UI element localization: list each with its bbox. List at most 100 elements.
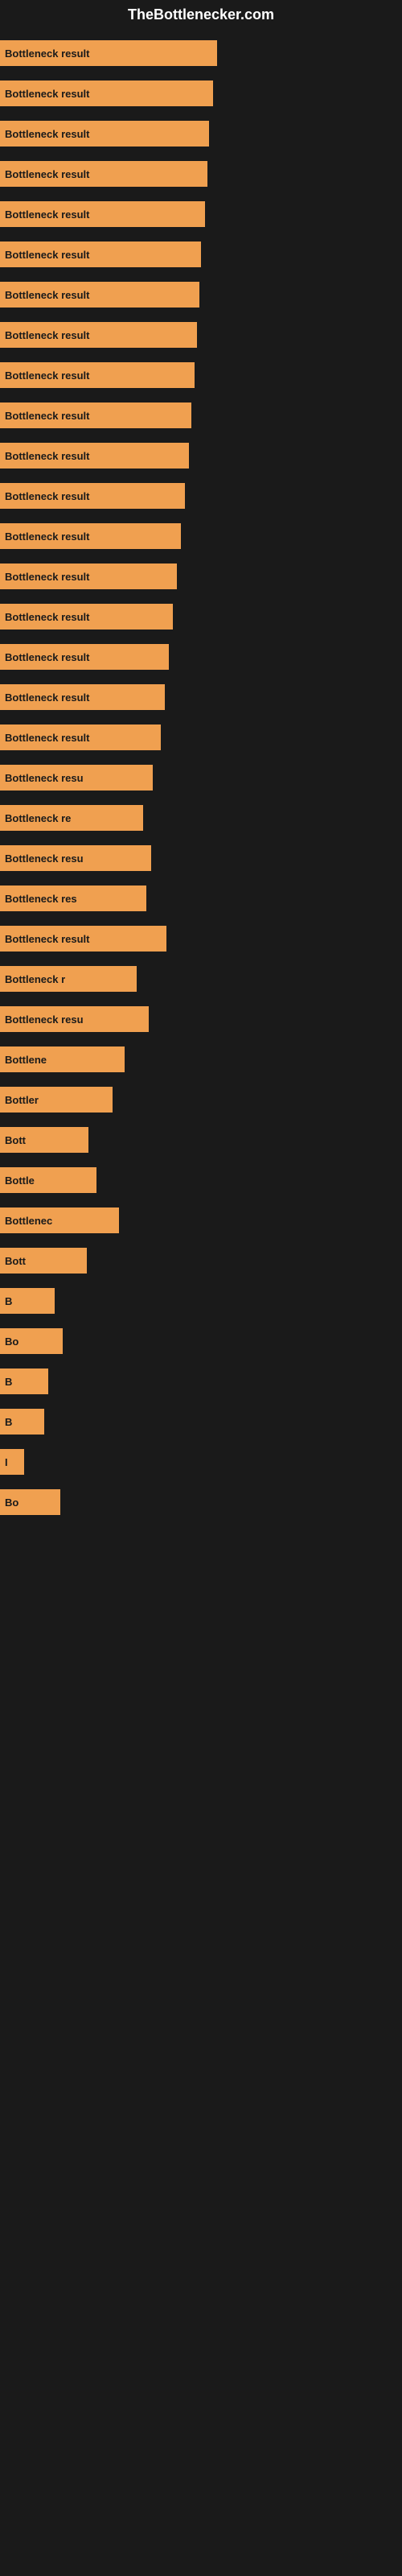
bar-label: Bottleneck res	[5, 893, 77, 905]
bottleneck-bar: B	[0, 1368, 48, 1394]
bar-row: Bottleneck result	[0, 682, 402, 712]
bottleneck-bar: Bott	[0, 1248, 87, 1274]
bar-label: Bottle	[5, 1174, 35, 1187]
bar-row: Bottlenec	[0, 1205, 402, 1236]
bar-row: Bottleneck re	[0, 803, 402, 833]
bottleneck-bar: Bottleneck result	[0, 201, 205, 227]
bar-label: Bottleneck result	[5, 289, 89, 301]
bottleneck-bar: Bottleneck re	[0, 805, 143, 831]
bottleneck-bar: Bottleneck result	[0, 40, 217, 66]
bottleneck-bar: Bottleneck result	[0, 443, 189, 469]
bar-label: B	[5, 1416, 12, 1428]
bar-row: Bottleneck result	[0, 78, 402, 109]
bar-label: Bottleneck result	[5, 450, 89, 462]
bar-row: Bottleneck resu	[0, 762, 402, 793]
bar-row: Bottleneck result	[0, 481, 402, 511]
bottleneck-bar: Bottleneck resu	[0, 765, 153, 791]
bar-label: Bottleneck result	[5, 47, 89, 60]
bottleneck-bar: Bottleneck result	[0, 161, 207, 187]
bar-label: Bottlene	[5, 1054, 47, 1066]
bar-label: Bottleneck resu	[5, 852, 84, 865]
bar-label: Bott	[5, 1134, 26, 1146]
bottleneck-bar: Bottleneck result	[0, 402, 191, 428]
bottleneck-bar: Bottleneck result	[0, 121, 209, 147]
bar-label: Bottleneck result	[5, 168, 89, 180]
bar-row: B	[0, 1366, 402, 1397]
bottleneck-bar: Bottlene	[0, 1046, 125, 1072]
bottleneck-bar: Bottleneck result	[0, 322, 197, 348]
bar-row: Bo	[0, 1326, 402, 1356]
bar-label: Bottleneck r	[5, 973, 65, 985]
bar-label: Bottleneck result	[5, 530, 89, 543]
bottleneck-bar: Bottleneck result	[0, 724, 161, 750]
bar-row: Bottleneck r	[0, 964, 402, 994]
bottleneck-bar: B	[0, 1409, 44, 1435]
bar-row: Bottlene	[0, 1044, 402, 1075]
bar-row: B	[0, 1286, 402, 1316]
bottleneck-bar: Bottler	[0, 1087, 113, 1113]
bar-label: Bottleneck result	[5, 732, 89, 744]
bar-label: Bottleneck result	[5, 651, 89, 663]
bottleneck-bar: I	[0, 1449, 24, 1475]
bar-row: Bottleneck result	[0, 239, 402, 270]
bar-label: Bottler	[5, 1094, 39, 1106]
bar-label: Bottleneck result	[5, 329, 89, 341]
bar-row: Bottleneck result	[0, 38, 402, 68]
bottleneck-bar: Bottleneck result	[0, 604, 173, 630]
bar-row: B	[0, 1406, 402, 1437]
bar-row: Bott	[0, 1245, 402, 1276]
bottleneck-bar: Bottleneck result	[0, 242, 201, 267]
site-title: TheBottlenecker.com	[0, 0, 402, 30]
bar-label: Bott	[5, 1255, 26, 1267]
bar-label: Bo	[5, 1335, 18, 1348]
bar-label: Bottleneck result	[5, 490, 89, 502]
bottleneck-bar: Bottleneck result	[0, 564, 177, 589]
bar-label: Bottleneck result	[5, 571, 89, 583]
bar-label: Bottleneck result	[5, 691, 89, 704]
bottleneck-bar: Bottlenec	[0, 1208, 119, 1233]
bottleneck-bar: Bottleneck result	[0, 80, 213, 106]
bar-row: Bott	[0, 1125, 402, 1155]
bar-row: Bottleneck result	[0, 320, 402, 350]
bar-label: Bottleneck result	[5, 611, 89, 623]
bar-row: Bottleneck result	[0, 360, 402, 390]
bottleneck-bar: Bottleneck result	[0, 282, 199, 308]
bar-row: Bottleneck resu	[0, 1004, 402, 1034]
bar-label: Bottleneck result	[5, 249, 89, 261]
bar-row: Bottleneck result	[0, 601, 402, 632]
bottleneck-bar: Bo	[0, 1328, 63, 1354]
bars-container: Bottleneck result Bottleneck result Bottle…	[0, 30, 402, 1535]
bar-label: Bottleneck resu	[5, 1013, 84, 1026]
bottleneck-bar: Bottleneck r	[0, 966, 137, 992]
bottleneck-bar: Bottleneck result	[0, 684, 165, 710]
bottleneck-bar: Bottleneck result	[0, 523, 181, 549]
bar-row: Bottleneck result	[0, 118, 402, 149]
bar-row: Bottleneck result	[0, 923, 402, 954]
bottleneck-bar: B	[0, 1288, 55, 1314]
bar-label: Bottleneck resu	[5, 772, 84, 784]
bar-label: Bottleneck result	[5, 369, 89, 382]
bar-row: Bo	[0, 1487, 402, 1517]
bar-row: Bottleneck result	[0, 159, 402, 189]
bar-label: Bottleneck result	[5, 410, 89, 422]
bar-row: Bottleneck result	[0, 521, 402, 551]
bar-row: Bottleneck result	[0, 279, 402, 310]
bottleneck-bar: Bottleneck result	[0, 362, 195, 388]
bar-label: I	[5, 1456, 8, 1468]
bar-row: Bottleneck result	[0, 199, 402, 229]
bar-label: B	[5, 1376, 12, 1388]
bar-label: Bottleneck result	[5, 128, 89, 140]
bar-row: Bottleneck resu	[0, 843, 402, 873]
bar-row: Bottleneck result	[0, 561, 402, 592]
bottleneck-bar: Bo	[0, 1489, 60, 1515]
bar-label: Bottleneck re	[5, 812, 71, 824]
bar-label: Bottlenec	[5, 1215, 52, 1227]
bar-row: I	[0, 1447, 402, 1477]
bar-row: Bottler	[0, 1084, 402, 1115]
bar-row: Bottleneck result	[0, 642, 402, 672]
bar-row: Bottle	[0, 1165, 402, 1195]
bar-row: Bottleneck result	[0, 722, 402, 753]
bar-row: Bottleneck result	[0, 400, 402, 431]
bottleneck-bar: Bottleneck res	[0, 886, 146, 911]
bottleneck-bar: Bottleneck result	[0, 483, 185, 509]
